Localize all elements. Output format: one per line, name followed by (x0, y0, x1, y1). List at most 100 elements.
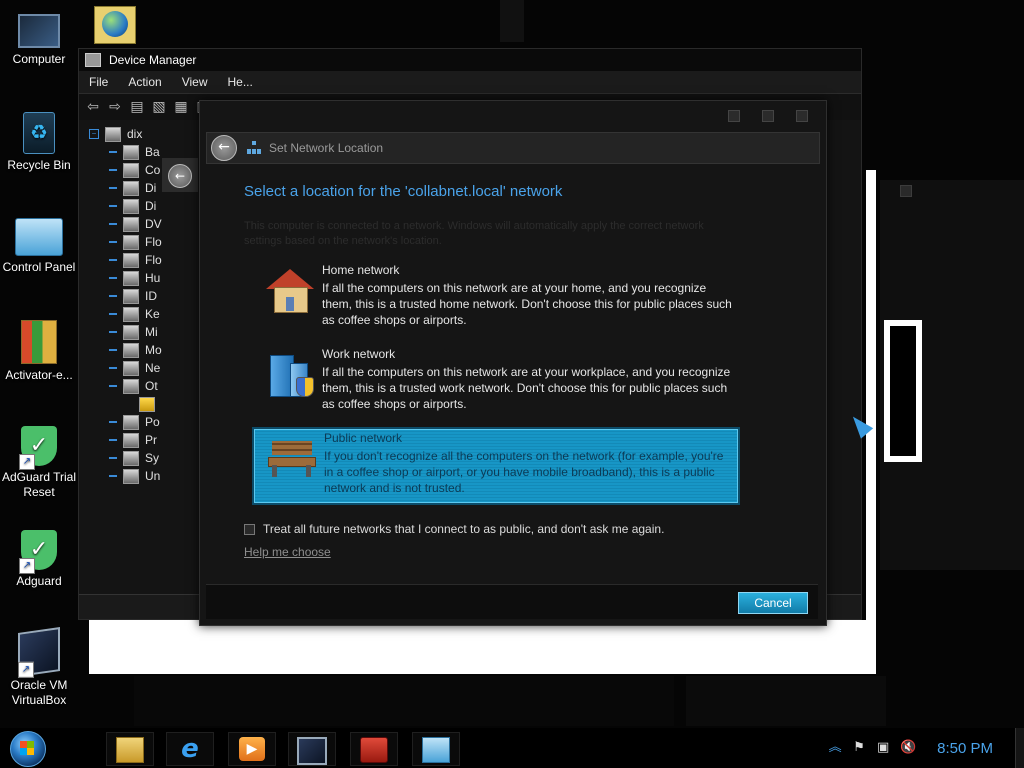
desktop-icon-activator[interactable]: Activator-e... (1, 320, 77, 383)
tree-item-label: Pr (145, 433, 157, 447)
scan-hardware-icon[interactable]: ▦ (173, 100, 189, 114)
expand-icon[interactable] (109, 421, 117, 423)
dvd-drive-icon (123, 216, 139, 232)
desktop-icon-adguard-trial-reset[interactable]: ✓ ↗ AdGuard Trial Reset (1, 426, 77, 500)
expand-icon[interactable] (109, 349, 117, 351)
background-block (500, 0, 524, 42)
page-title: Select a location for the 'collabnet.loc… (244, 183, 563, 200)
tree-item[interactable]: Di (85, 197, 205, 215)
expand-icon[interactable] (109, 367, 117, 369)
taskbar-app-virtualbox[interactable] (288, 732, 336, 766)
taskbar-app-internet-explorer[interactable]: e (166, 732, 214, 766)
dialog-footer: Cancel (206, 584, 818, 619)
set-network-location-dialog: ← Set Network Location Select a location… (199, 100, 827, 626)
volume-muted-icon[interactable]: 🔇 (900, 741, 916, 755)
cancel-button[interactable]: Cancel (738, 592, 808, 614)
option-public-network[interactable]: Public network If you don't recognize al… (252, 427, 740, 505)
system-tray: ︽ ⚑ ▣ 🔇 8:50 PM (823, 728, 1024, 768)
background-frame (884, 320, 922, 462)
tree-item-label: Co (145, 163, 161, 177)
background-back-button[interactable]: ← (162, 158, 198, 192)
expand-icon[interactable] (109, 187, 117, 189)
tree-item[interactable]: Flo (85, 251, 205, 269)
tree-item[interactable]: Pr (85, 431, 205, 449)
expand-icon[interactable] (109, 205, 117, 207)
tree-item[interactable]: DV (85, 215, 205, 233)
expand-icon[interactable] (109, 223, 117, 225)
tree-item-label: Di (145, 199, 157, 213)
help-me-choose-link[interactable]: Help me choose (244, 545, 331, 559)
device-manager-titlebar[interactable]: Device Manager (79, 49, 861, 71)
treat-as-public-checkbox[interactable] (244, 523, 255, 535)
tree-item-child[interactable] (85, 395, 205, 413)
desktop-icon-adguard[interactable]: ✓ ↗ Adguard (1, 530, 77, 589)
tree-item-label: Ba (145, 145, 160, 159)
processor-icon (123, 432, 139, 448)
expand-icon[interactable] (109, 277, 117, 279)
desktop-icon-control-panel[interactable]: Control Panel (1, 218, 77, 275)
expand-icon[interactable] (109, 475, 117, 477)
option-home-network[interactable]: Home network If all the computers on thi… (252, 263, 738, 339)
back-arrow-icon[interactable]: ⇦ (85, 100, 101, 114)
desktop-icon-label: Activator-e... (5, 368, 73, 382)
tree-item-label: Sy (145, 451, 160, 465)
show-hidden-icons-icon[interactable]: ︽ (828, 741, 842, 755)
taskbar-app-media-player[interactable]: ▶ (228, 732, 276, 766)
tree-item[interactable]: Mo (85, 341, 205, 359)
expand-icon[interactable] (109, 151, 117, 153)
collapse-icon[interactable] (109, 385, 117, 387)
menu-action[interactable]: Action (118, 75, 171, 89)
adguard-shield-icon: ✓ ↗ (19, 530, 57, 574)
tree-item[interactable]: Sy (85, 449, 205, 467)
tree-item[interactable]: Mi (85, 323, 205, 341)
expand-icon[interactable] (109, 313, 117, 315)
tree-item[interactable]: Hu (85, 269, 205, 287)
option-work-network[interactable]: Work network If all the computers on thi… (252, 347, 738, 423)
desktop-icon-virtualbox[interactable]: ↗ Oracle VM VirtualBox (1, 627, 77, 708)
start-button[interactable] (2, 728, 52, 768)
show-desktop-button[interactable] (1015, 728, 1024, 768)
expand-icon[interactable] (109, 439, 117, 441)
maximize-button[interactable] (762, 110, 774, 122)
control-panel-icon (422, 737, 450, 763)
windows-logo-icon (10, 731, 46, 767)
treat-as-public-checkbox-row[interactable]: Treat all future networks that I connect… (244, 522, 664, 536)
action-center-flag-icon[interactable]: ⚑ (852, 741, 866, 755)
network-adapter-icon (123, 360, 139, 376)
desktop-icon-label: AdGuard Trial Reset (1, 470, 77, 499)
tree-item[interactable]: ID (85, 287, 205, 305)
tree-root[interactable]: − dix (85, 125, 205, 143)
minimize-button[interactable] (728, 110, 740, 122)
globe-folder-icon[interactable] (94, 6, 136, 44)
collapse-icon[interactable]: − (89, 129, 99, 139)
expand-icon[interactable] (109, 331, 117, 333)
tree-item[interactable]: Flo (85, 233, 205, 251)
help-page-icon[interactable]: ▧ (151, 100, 167, 114)
adguard-shield-icon: ✓ ↗ (19, 426, 57, 470)
back-button[interactable]: ← (211, 135, 237, 161)
properties-icon[interactable]: ▤ (129, 100, 145, 114)
close-button[interactable] (796, 110, 808, 122)
menu-view[interactable]: View (172, 75, 218, 89)
clock[interactable]: 8:50 PM (937, 740, 993, 757)
tree-item[interactable]: Un (85, 467, 205, 485)
taskbar-app-file-explorer[interactable] (106, 732, 154, 766)
desktop-icon-recycle-bin[interactable]: ♻ Recycle Bin (1, 112, 77, 173)
expand-icon[interactable] (109, 241, 117, 243)
taskbar-app-toolbox[interactable] (350, 732, 398, 766)
tree-item[interactable]: Ne (85, 359, 205, 377)
expand-icon[interactable] (109, 169, 117, 171)
forward-arrow-icon[interactable]: ⇨ (107, 100, 123, 114)
network-status-icon[interactable]: ▣ (876, 741, 890, 755)
tree-item[interactable]: Ot (85, 377, 205, 395)
tree-item[interactable]: Ke (85, 305, 205, 323)
device-manager-app-icon (85, 53, 101, 67)
expand-icon[interactable] (109, 259, 117, 261)
expand-icon[interactable] (109, 295, 117, 297)
taskbar-app-control-panel[interactable] (412, 732, 460, 766)
expand-icon[interactable] (109, 457, 117, 459)
menu-file[interactable]: File (79, 75, 118, 89)
desktop-icon-computer[interactable]: Computer (1, 8, 77, 67)
menu-help[interactable]: He... (218, 75, 263, 89)
tree-item[interactable]: Po (85, 413, 205, 431)
